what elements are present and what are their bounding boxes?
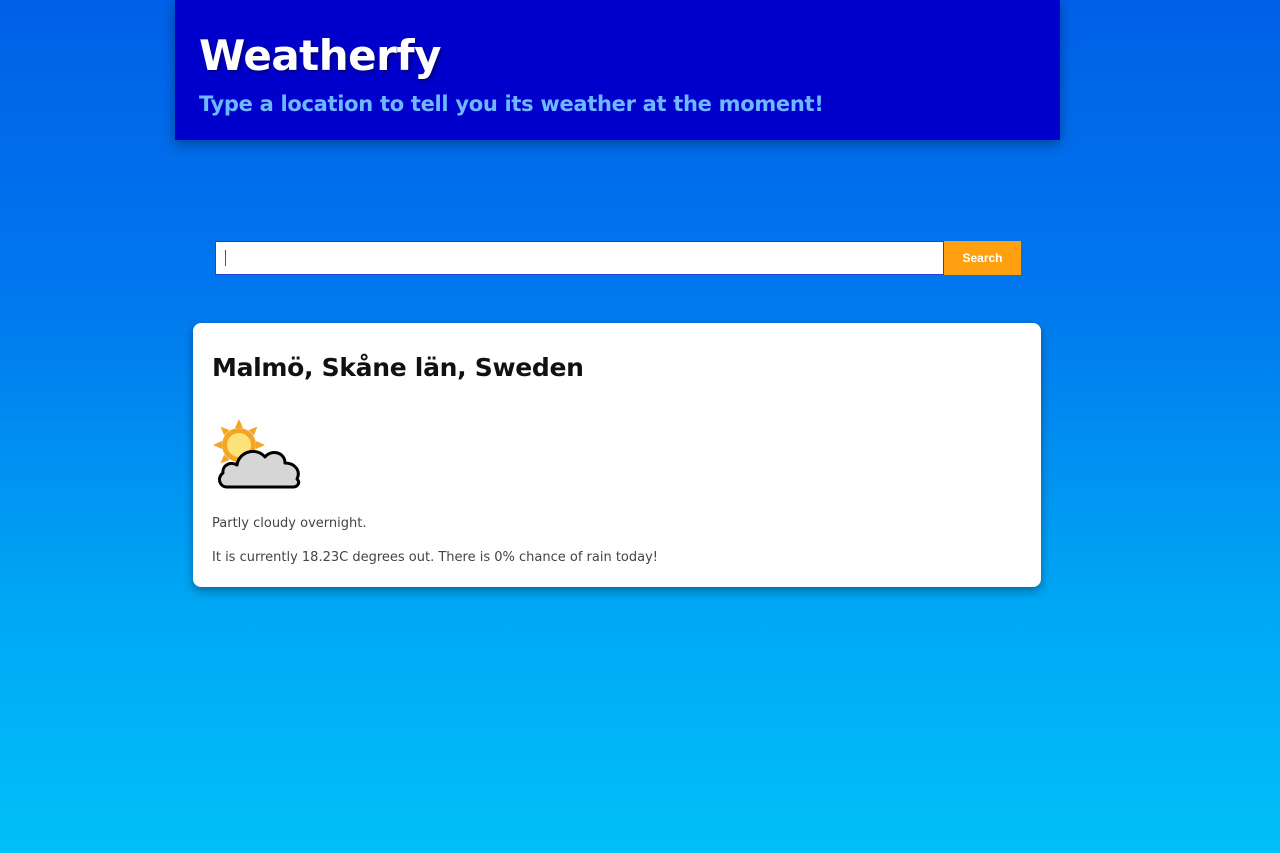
search-input-wrapper <box>215 241 944 275</box>
weather-summary: Partly cloudy overnight. <box>212 516 367 531</box>
weather-detail: It is currently 18.23C degrees out. Ther… <box>212 550 658 565</box>
search-bar: Search <box>215 241 1021 275</box>
search-input[interactable] <box>215 241 944 275</box>
app-subtitle: Type a location to tell you its weather … <box>199 92 824 116</box>
app-title: Weatherfy <box>199 31 441 80</box>
app-header: Weatherfy Type a location to tell you it… <box>175 0 1060 140</box>
partly-cloudy-day-icon <box>213 419 301 489</box>
search-button[interactable]: Search <box>944 241 1021 275</box>
text-caret <box>225 250 226 266</box>
location-name: Malmö, Skåne län, Sweden <box>212 353 584 382</box>
weather-card: Malmö, Skåne län, Sweden Partly cloudy o… <box>193 323 1041 587</box>
